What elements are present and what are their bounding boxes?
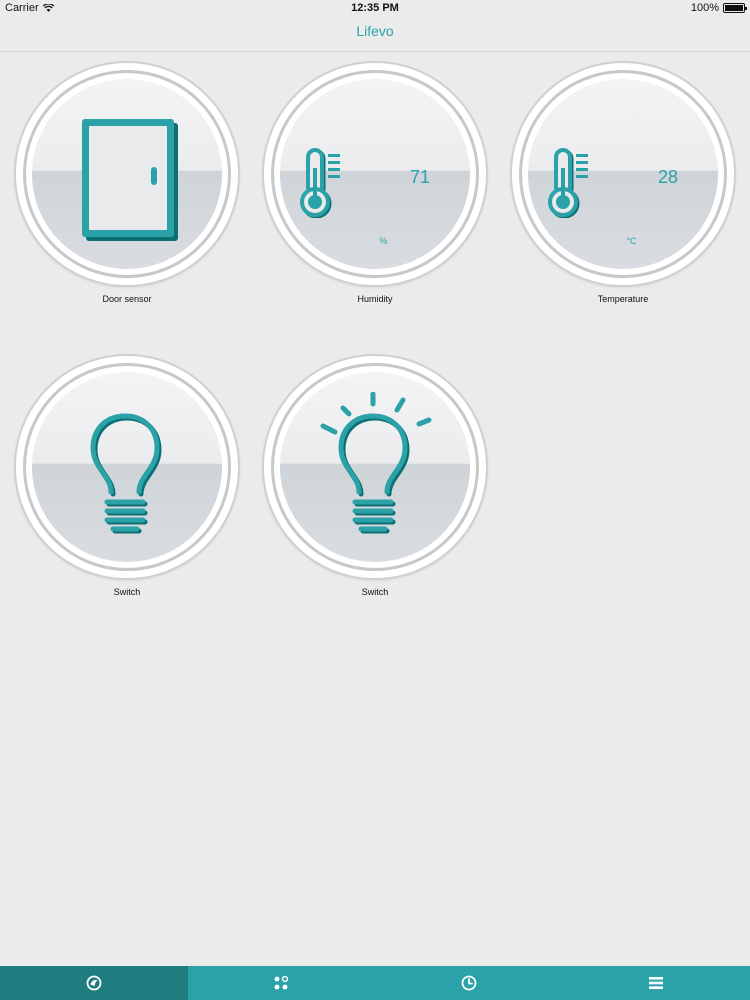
humidity-unit: % [379, 236, 388, 246]
device-tile-temperature[interactable]: 28 °C Temperature [510, 61, 736, 311]
temperature-unit: °C [626, 236, 637, 246]
menu-icon [649, 977, 664, 989]
tile-face [32, 372, 222, 562]
device-tile-humidity[interactable]: 71 % Humidity [262, 61, 488, 311]
device-label: Door sensor [102, 294, 152, 304]
humidity-value: 71 [409, 167, 431, 187]
tab-devices[interactable] [188, 966, 376, 1000]
nav-bar: Lifevo [0, 18, 750, 52]
thermometer-icon [548, 148, 588, 218]
device-label: Humidity [357, 294, 393, 304]
device-tile-door-sensor[interactable]: Door sensor [14, 61, 240, 311]
tile-ring: 71 % [271, 70, 479, 278]
tile-ring [271, 363, 479, 571]
tab-bar [0, 966, 750, 1000]
device-tile-switch-1[interactable]: Switch [14, 354, 240, 604]
status-bar: Carrier 12:35 PM 100% [0, 0, 750, 18]
device-label: Switch [361, 587, 389, 597]
tile-circle [262, 354, 488, 580]
device-label: Switch [113, 587, 141, 597]
grid-icon [274, 975, 289, 990]
status-time: 12:35 PM [351, 2, 399, 14]
tile-ring [23, 363, 231, 571]
page-title: Lifevo [356, 23, 394, 39]
tile-face [280, 372, 470, 562]
battery-percent: 100% [690, 2, 719, 14]
lightbulb-off-icon [90, 413, 162, 534]
status-right: 100% [690, 2, 747, 14]
tile-ring: 28 °C [519, 70, 727, 278]
clock-icon [461, 975, 477, 991]
tile-face [32, 79, 222, 269]
tile-circle: 28 °C [510, 61, 736, 287]
home-icon [86, 975, 102, 991]
temperature-value: 28 [657, 167, 679, 187]
device-label: Temperature [597, 294, 649, 304]
device-tile-switch-2[interactable]: Switch [262, 354, 488, 604]
door-icon [82, 119, 178, 241]
tile-circle [14, 354, 240, 580]
thermometer-icon [300, 148, 340, 218]
tab-menu[interactable] [563, 966, 750, 1000]
tab-home[interactable] [0, 966, 188, 1000]
battery-icon [723, 3, 747, 13]
tile-circle [14, 61, 240, 287]
tile-ring [23, 70, 231, 278]
tile-circle: 71 % [262, 61, 488, 287]
tab-schedule[interactable] [375, 966, 563, 1000]
lightbulb-on-icon [320, 392, 432, 534]
